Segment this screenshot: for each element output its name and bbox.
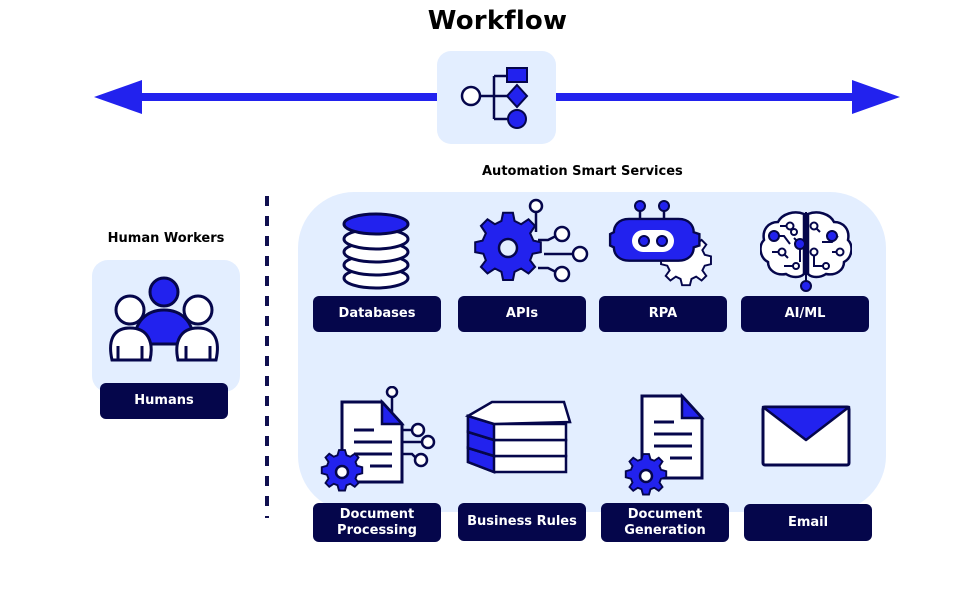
document-generation-label: Document Generation [601,503,729,542]
business-rules-label: Business Rules [458,503,586,541]
ai-ml-label: AI/ML [741,296,869,332]
arrow-shaft-left [140,93,440,101]
people-group-icon [109,276,219,362]
rpa-label: RPA [599,296,727,332]
workflow-flowchart-icon [460,67,529,129]
robot-icon [608,200,712,287]
books-icon [464,400,572,474]
document-processing-icon [320,386,436,492]
label-line-1: Document [339,506,415,522]
document-generation-icon [624,392,705,496]
document-generation-label-text: Document Generation [624,507,706,539]
section-divider [265,196,269,518]
api-gear-icon [474,198,589,283]
arrow-shaft-right [554,93,854,101]
database-icon [342,212,410,290]
document-processing-label: Document Processing [313,503,441,542]
label-line-2: Generation [624,522,706,538]
label-line-1: Document [627,506,703,522]
arrow-head-right [852,80,900,114]
apis-label: APIs [458,296,586,332]
document-processing-label-text: Document Processing [337,507,417,539]
humans-label: Humans [100,383,228,419]
brain-icon [760,211,852,292]
envelope-icon [761,405,851,467]
arrow-head-left [94,80,142,114]
databases-label: Databases [313,296,441,332]
label-line-2: Processing [337,522,417,538]
diagram-title: Workflow [427,6,568,36]
automation-services-heading: Automation Smart Services [482,164,683,179]
human-workers-heading: Human Workers [107,231,225,246]
email-label: Email [744,504,872,541]
